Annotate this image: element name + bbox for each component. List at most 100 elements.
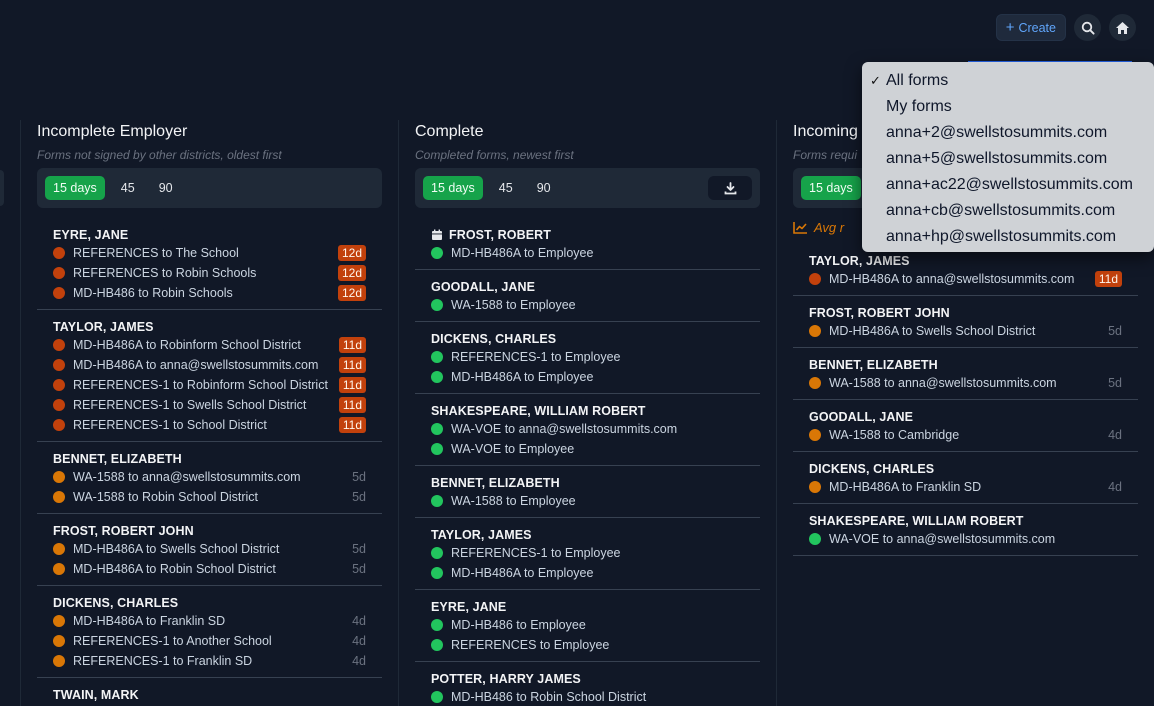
status-dot — [53, 615, 65, 627]
home-button[interactable] — [1109, 14, 1136, 41]
status-dot — [431, 299, 443, 311]
dropdown-option[interactable]: anna+cb@swellstosummits.com — [862, 198, 1154, 224]
dropdown-option[interactable]: anna+2@swellstosummits.com — [862, 120, 1154, 146]
form-row[interactable]: REFERENCES to Employee — [431, 635, 744, 655]
age-label: 4d — [352, 634, 366, 648]
employee-group[interactable]: POTTER, HARRY JAMES MD-HB486 to Robin Sch… — [415, 662, 760, 706]
employee-group[interactable]: EYRE, JANE REFERENCES to The School 12d REF… — [37, 218, 382, 310]
form-row[interactable]: WA-1588 to Robin School District 5d — [53, 487, 366, 507]
status-dot — [53, 563, 65, 575]
age-label: 5d — [1108, 376, 1122, 390]
status-dot — [53, 419, 65, 431]
form-label: MD-HB486A to anna@swellstosummits.com — [73, 358, 319, 372]
status-dot — [53, 339, 65, 351]
form-label: WA-1588 to anna@swellstosummits.com — [829, 376, 1057, 390]
form-row[interactable]: REFERENCES to The School 12d — [53, 243, 366, 263]
form-row[interactable]: WA-1588 to Employee — [431, 295, 744, 315]
form-row[interactable]: REFERENCES-1 to Another School 4d — [53, 631, 366, 651]
status-dot — [53, 471, 65, 483]
top-actions: + Create — [995, 14, 1136, 41]
employee-name-text: POTTER, HARRY JAMES — [431, 672, 581, 686]
employee-group[interactable]: FROST, ROBERT JOHN MD-HB486A to Swells Sc… — [793, 296, 1138, 348]
employee-group[interactable]: DICKENS, CHARLES REFERENCES-1 to Employee… — [415, 322, 760, 394]
filter-90[interactable]: 90 — [153, 176, 179, 200]
form-row[interactable]: MD-HB486A to anna@swellstosummits.com 11d — [53, 355, 366, 375]
form-row[interactable]: MD-HB486 to Robin Schools 12d — [53, 283, 366, 303]
employee-group[interactable]: TAYLOR, JAMES MD-HB486A to Robinform Scho… — [37, 310, 382, 442]
form-list: FROST, ROBERT MD-HB486A to Employee GOODAL… — [415, 218, 760, 706]
filter-15-days[interactable]: 15 days — [801, 176, 861, 200]
status-dot — [809, 325, 821, 337]
employee-group[interactable]: DICKENS, CHARLES MD-HB486A to Franklin SD… — [793, 452, 1138, 504]
form-row[interactable]: MD-HB486 to Employee — [431, 615, 744, 635]
employee-group[interactable]: BENNET, ELIZABETH WA-1588 to anna@swellst… — [37, 442, 382, 514]
employee-group[interactable]: EYRE, JANE MD-HB486 to Employee REFERENCES… — [415, 590, 760, 662]
form-row[interactable]: WA-1588 to anna@swellstosummits.com 5d — [809, 373, 1122, 393]
form-row[interactable]: MD-HB486A to Franklin SD 4d — [53, 611, 366, 631]
form-row[interactable]: MD-HB486A to Robin School District 5d — [53, 559, 366, 579]
employee-group[interactable]: BENNET, ELIZABETH WA-1588 to Employee — [415, 466, 760, 518]
form-row[interactable]: WA-1588 to Employee — [431, 491, 744, 511]
form-row[interactable]: WA-1588 to Cambridge 4d — [809, 425, 1122, 445]
dropdown-option[interactable]: anna+ac22@swellstosummits.com — [862, 172, 1154, 198]
date-filter: 15 days 45 90 — [37, 168, 382, 208]
employee-group[interactable]: DICKENS, CHARLES MD-HB486A to Franklin SD… — [37, 586, 382, 678]
employee-group[interactable]: TWAIN, MARK — [37, 678, 382, 706]
filter-45[interactable]: 45 — [115, 176, 141, 200]
create-button[interactable]: + Create — [995, 14, 1066, 41]
employee-group[interactable]: SHAKESPEARE, WILLIAM ROBERT WA-VOE to ann… — [415, 394, 760, 466]
form-row[interactable]: REFERENCES to Robin Schools 12d — [53, 263, 366, 283]
form-row[interactable]: MD-HB486A to Employee — [431, 243, 744, 263]
form-row[interactable]: WA-VOE to Employee — [431, 439, 744, 459]
filter-90[interactable]: 90 — [531, 176, 557, 200]
form-label: REFERENCES to Employee — [451, 638, 610, 652]
dropdown-option[interactable]: My forms — [862, 94, 1154, 120]
dropdown-option[interactable]: anna+hp@swellstosummits.com — [862, 224, 1154, 250]
employee-group[interactable]: BENNET, ELIZABETH WA-1588 to anna@swellst… — [793, 348, 1138, 400]
status-dot — [431, 351, 443, 363]
form-row[interactable]: MD-HB486A to Employee — [431, 563, 744, 583]
filter-15-days[interactable]: 15 days — [45, 176, 105, 200]
form-row[interactable]: REFERENCES-1 to Franklin SD 4d — [53, 651, 366, 671]
employee-group[interactable]: GOODALL, JANE WA-1588 to Cambridge 4d — [793, 400, 1138, 452]
form-label: MD-HB486A to Franklin SD — [73, 614, 226, 628]
dropdown-option[interactable]: anna+5@swellstosummits.com — [862, 146, 1154, 172]
download-button[interactable] — [708, 176, 752, 200]
employee-group[interactable]: FROST, ROBERT MD-HB486A to Employee — [415, 218, 760, 270]
form-row[interactable]: MD-HB486A to Swells School District 5d — [53, 539, 366, 559]
dropdown-option-label: anna+ac22@swellstosummits.com — [886, 176, 1134, 193]
form-row[interactable]: MD-HB486A to Employee — [431, 367, 744, 387]
form-label: REFERENCES-1 to Employee — [451, 546, 621, 560]
search-button[interactable] — [1074, 14, 1101, 41]
form-row[interactable]: MD-HB486 to Robin School District — [431, 687, 744, 706]
filter-45[interactable]: 45 — [493, 176, 519, 200]
form-row[interactable]: REFERENCES-1 to Swells School District 11… — [53, 395, 366, 415]
form-row[interactable]: WA-VOE to anna@swellstosummits.com — [809, 529, 1122, 549]
employee-group[interactable]: TAYLOR, JAMES REFERENCES-1 to Employee MD-… — [415, 518, 760, 590]
form-label: MD-HB486A to anna@swellstosummits.com — [829, 272, 1075, 286]
form-row[interactable]: MD-HB486A to Robinform School District 11… — [53, 335, 366, 355]
form-row[interactable]: WA-VOE to anna@swellstosummits.com — [431, 419, 744, 439]
status-dot — [431, 691, 443, 703]
employee-group[interactable]: FROST, ROBERT JOHN MD-HB486A to Swells Sc… — [37, 514, 382, 586]
form-label: MD-HB486A to Employee — [451, 566, 594, 580]
employee-group[interactable]: GOODALL, JANE WA-1588 to Employee — [415, 270, 760, 322]
age-label: 5d — [1108, 324, 1122, 338]
form-row[interactable]: REFERENCES-1 to Employee — [431, 347, 744, 367]
overdue-badge: 11d — [338, 337, 366, 353]
age-label: 5d — [352, 490, 366, 504]
age-label: 4d — [1108, 480, 1122, 494]
filter-15-days[interactable]: 15 days — [423, 176, 483, 200]
employee-name: SHAKESPEARE, WILLIAM ROBERT — [431, 403, 744, 419]
form-row[interactable]: WA-1588 to anna@swellstosummits.com 5d — [53, 467, 366, 487]
form-row[interactable]: REFERENCES-1 to Robinform School Distric… — [53, 375, 366, 395]
form-row[interactable]: REFERENCES-1 to Employee — [431, 543, 744, 563]
form-row[interactable]: MD-HB486A to Franklin SD 4d — [809, 477, 1122, 497]
status-dot — [431, 443, 443, 455]
employee-group[interactable]: SHAKESPEARE, WILLIAM ROBERT WA-VOE to ann… — [793, 504, 1138, 556]
dropdown-option[interactable]: ✓ All forms — [862, 68, 1154, 94]
form-row[interactable]: MD-HB486A to Swells School District 5d — [809, 321, 1122, 341]
dropdown-option-label: anna+5@swellstosummits.com — [886, 150, 1108, 167]
form-row[interactable]: REFERENCES-1 to School District 11d — [53, 415, 366, 435]
form-row[interactable]: MD-HB486A to anna@swellstosummits.com 11d — [809, 269, 1122, 289]
